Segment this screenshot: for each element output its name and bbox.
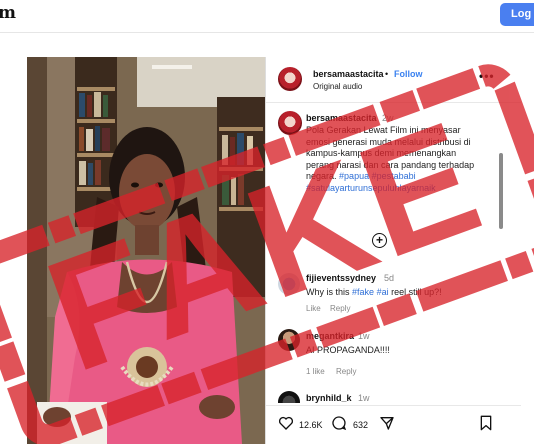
share-icon[interactable] bbox=[379, 415, 395, 431]
author-username[interactable]: bersamaastacita bbox=[313, 69, 384, 79]
likes-count[interactable]: 12.6K bbox=[299, 420, 323, 430]
caption-username[interactable]: bersamaastacita bbox=[306, 113, 377, 123]
comment-reply-button[interactable]: Reply bbox=[336, 367, 356, 376]
action-bar: 12.6K 632 bbox=[266, 407, 521, 444]
heart-icon[interactable] bbox=[278, 415, 294, 431]
comment-text-part: reel still up?! bbox=[388, 287, 442, 297]
hashtag-link[interactable]: #ai bbox=[377, 287, 389, 297]
comment-time: 1w bbox=[358, 393, 370, 403]
top-bar: m Log bbox=[0, 0, 534, 32]
caption-text: Pola Gerakan Lewat Film ini menyasar emo… bbox=[306, 125, 476, 194]
actions-divider bbox=[266, 405, 521, 406]
comment-icon[interactable] bbox=[331, 415, 347, 431]
add-comment-icon[interactable]: + bbox=[372, 233, 387, 248]
post-card: bersamaastacita • Follow Original audio … bbox=[27, 57, 521, 444]
login-button[interactable]: Log bbox=[500, 3, 534, 26]
comment-username[interactable]: fijieventssydney bbox=[306, 273, 376, 283]
comment-text: Why is this #fake #ai reel still up?! bbox=[306, 287, 442, 297]
comment-time: 5d bbox=[384, 273, 395, 283]
hashtag-link[interactable]: #satulayarturunsepuluhlayarnaik bbox=[306, 183, 436, 193]
caption-time: 2w bbox=[382, 113, 394, 123]
scrollbar-thumb[interactable] bbox=[499, 153, 503, 229]
app-logo[interactable]: m bbox=[0, 3, 16, 23]
reel-frame-image bbox=[27, 57, 265, 444]
audio-label[interactable]: Original audio bbox=[313, 82, 362, 91]
caption-avatar[interactable] bbox=[278, 111, 302, 135]
bookmark-icon[interactable] bbox=[479, 415, 493, 431]
comment-avatar[interactable] bbox=[278, 391, 300, 403]
comments-count[interactable]: 632 bbox=[353, 420, 368, 430]
comment-reply-button[interactable]: Reply bbox=[330, 304, 350, 313]
top-divider bbox=[0, 32, 534, 33]
comment-username[interactable]: megantkira bbox=[306, 331, 354, 341]
reel-video[interactable] bbox=[27, 57, 265, 444]
comment-likes-count[interactable]: 1 like bbox=[306, 367, 325, 376]
comments-scroll-area[interactable]: bersamaastacita 2w Pola Gerakan Lewat Fi… bbox=[266, 103, 521, 403]
comment-avatar[interactable] bbox=[278, 273, 300, 295]
author-avatar[interactable] bbox=[278, 67, 302, 91]
hashtag-link[interactable]: #pestababi bbox=[372, 171, 416, 181]
hashtag-link[interactable]: #fake bbox=[352, 287, 374, 297]
post-side-panel: bersamaastacita • Follow Original audio … bbox=[265, 57, 521, 444]
comment-username[interactable]: brynhild_k bbox=[306, 393, 352, 403]
comment-like-button[interactable]: Like bbox=[306, 304, 321, 313]
comment-text-part: Why is this bbox=[306, 287, 353, 297]
more-icon[interactable]: ••• bbox=[479, 69, 495, 83]
hashtag-link[interactable]: #papua bbox=[339, 171, 369, 181]
comment-text: AI PROPAGANDA!!!! bbox=[306, 345, 390, 355]
comment-time: 1w bbox=[358, 331, 370, 341]
follow-button[interactable]: Follow bbox=[394, 69, 423, 79]
header-separator: • bbox=[385, 69, 389, 79]
comment-avatar[interactable] bbox=[278, 329, 300, 351]
